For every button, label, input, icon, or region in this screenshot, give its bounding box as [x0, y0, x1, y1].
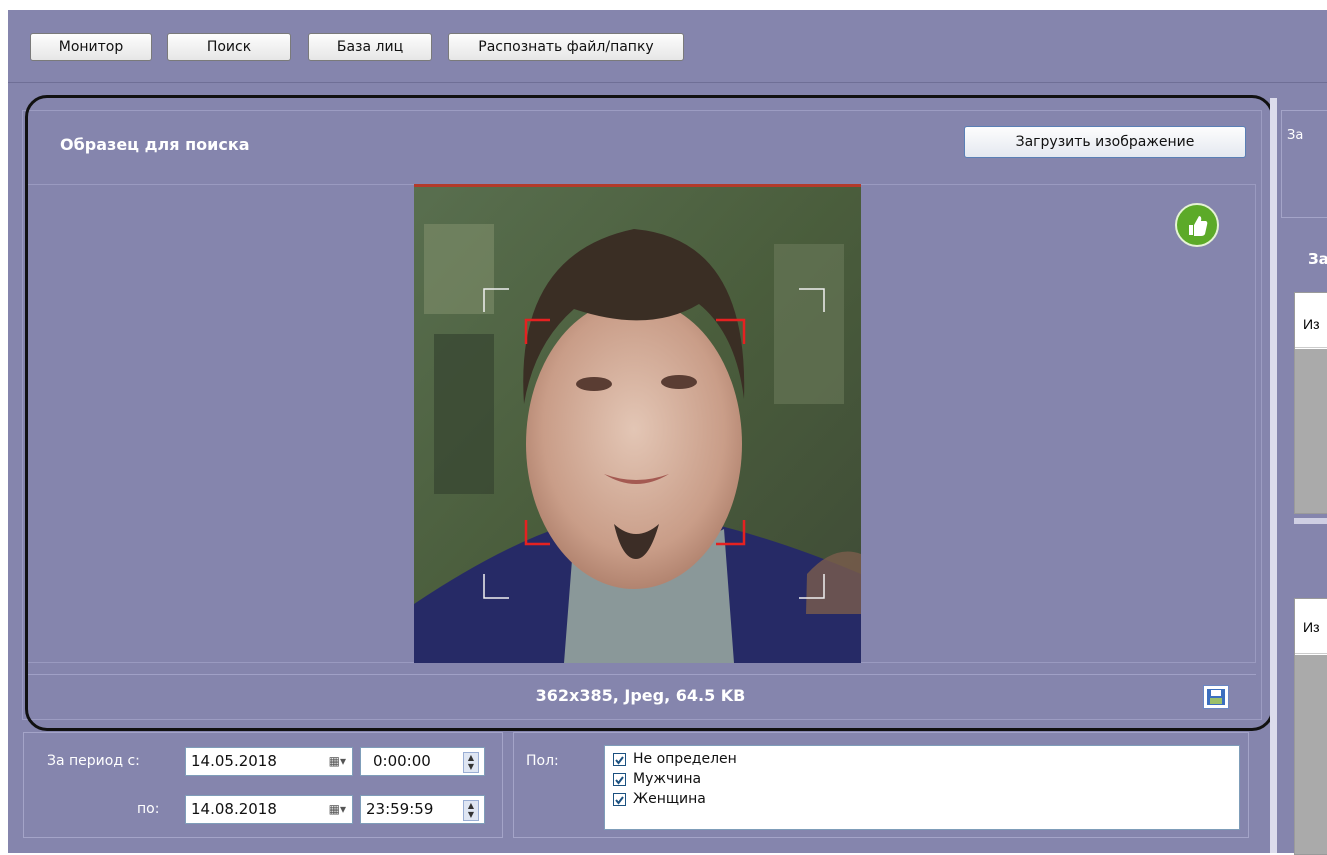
to-time-value: 23:59:59	[366, 800, 434, 818]
right-list-2[interactable]: Из	[1294, 598, 1327, 855]
right-panel: За За Из Из	[1281, 90, 1327, 855]
image-info-bar: 362x385, Jpeg, 64.5 KB	[25, 674, 1256, 719]
save-image-icon[interactable]	[1203, 685, 1229, 709]
monitor-button[interactable]: Монитор	[30, 33, 152, 61]
gender-option-label: Не определен	[633, 751, 737, 767]
right-top-box	[1281, 110, 1327, 218]
splitter[interactable]	[1270, 98, 1277, 853]
period-to-label: по:	[137, 801, 160, 817]
to-time-field[interactable]: 23:59:59 ▲ ▼	[360, 795, 485, 824]
to-date-value: 14.08.2018	[191, 800, 277, 818]
right-list-2-header: Из	[1295, 599, 1327, 654]
from-time-value: 0:00:00	[373, 752, 431, 770]
sample-title: Образец для поиска	[60, 135, 250, 154]
load-image-button[interactable]: Загрузить изображение	[964, 126, 1246, 158]
from-date-value: 14.05.2018	[191, 752, 277, 770]
toolbar: Монитор Поиск База лиц Распознать файл/п…	[8, 10, 1327, 83]
right-list-2-body	[1295, 655, 1327, 854]
time-spinner-icon[interactable]: ▲ ▼	[463, 752, 479, 773]
period-from-label: За период с:	[47, 753, 140, 769]
to-date-field[interactable]: 14.08.2018 ▦▾	[185, 795, 353, 824]
thumbs-up-icon	[1175, 203, 1219, 247]
right-list-1-header: Из	[1295, 293, 1327, 348]
time-spinner-icon[interactable]: ▲ ▼	[463, 800, 479, 821]
right-section-label: За	[1308, 250, 1327, 268]
checkbox-checked-icon[interactable]	[613, 753, 626, 766]
right-list-1[interactable]: Из	[1294, 292, 1327, 514]
right-splitter[interactable]	[1294, 518, 1327, 524]
gender-check-list: Не определен Мужчина Женщина	[604, 745, 1240, 830]
gender-option-label: Мужчина	[633, 771, 702, 787]
calendar-icon[interactable]: ▦▾	[329, 748, 346, 775]
right-list-1-body	[1295, 349, 1327, 513]
calendar-icon[interactable]: ▦▾	[329, 796, 346, 823]
image-info-text: 362x385, Jpeg, 64.5 KB	[535, 686, 746, 705]
search-button[interactable]: Поиск	[167, 33, 291, 61]
checkbox-checked-icon[interactable]	[613, 793, 626, 806]
from-time-field[interactable]: 0:00:00 ▲ ▼	[360, 747, 485, 776]
checkbox-checked-icon[interactable]	[613, 773, 626, 786]
right-top-label: За	[1287, 128, 1304, 143]
sample-photo	[414, 184, 861, 663]
gender-label: Пол:	[526, 753, 559, 769]
gender-option-label: Женщина	[633, 791, 706, 807]
recognize-file-button[interactable]: Распознать файл/папку	[448, 33, 684, 61]
from-date-field[interactable]: 14.05.2018 ▦▾	[185, 747, 353, 776]
face-database-button[interactable]: База лиц	[308, 33, 432, 61]
app-window: Монитор Поиск База лиц Распознать файл/п…	[8, 10, 1327, 855]
